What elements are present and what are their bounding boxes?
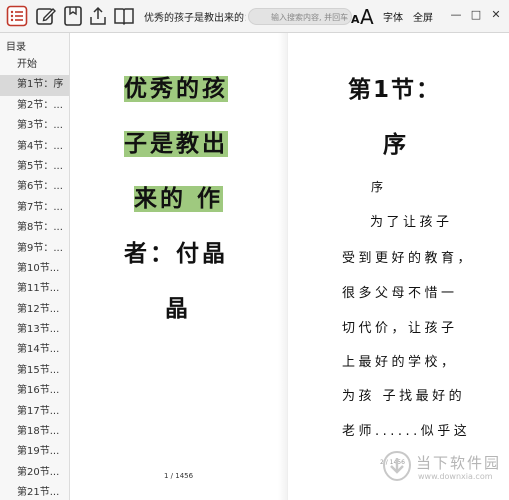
table-of-contents-icon[interactable] [6, 5, 28, 27]
toc-item[interactable]: 第17节... [0, 402, 69, 422]
share-icon[interactable] [87, 5, 109, 27]
close-button[interactable]: ✕ [487, 6, 505, 24]
body-text-line: 序 [371, 180, 384, 194]
toc-sidebar: 目录 开始 第1节：序 第2节：... 第3节：... 第4节：... 第5节：... 第6… [0, 33, 70, 500]
font-size-big-label: A [360, 5, 374, 29]
toc-item[interactable]: 第15节... [0, 361, 69, 381]
edit-icon[interactable] [35, 5, 57, 27]
toc-item[interactable]: 第9节：... [0, 239, 69, 259]
body-text-line: 很多父母不惜一 [342, 286, 458, 301]
toc-item[interactable]: 开始 [0, 55, 69, 75]
watermark-logo-icon [382, 450, 412, 482]
cover-author-line: 者：付晶 [124, 241, 228, 267]
left-page: 优秀的孩 子是教出 来的 作 者：付晶 晶 1 / 1456 [70, 33, 288, 500]
toc-item[interactable]: 第4节：... [0, 137, 69, 157]
toc-item[interactable]: 第11节... [0, 279, 69, 299]
cover-title-line: 子是教出 [124, 124, 228, 158]
toc-item[interactable]: 第13节... [0, 320, 69, 340]
toc-item[interactable]: 第14节... [0, 340, 69, 360]
toc-item[interactable]: 第10节... [0, 259, 69, 279]
watermark-url: www.downxia.com [418, 472, 493, 481]
toc-header: 目录 [6, 42, 26, 53]
toolbar: 优秀的孩子是教出来的： 输入搜索内容, 并回车 A A 字体 全屏 — □ ✕ [0, 0, 509, 33]
cover-author-line: 晶 [165, 296, 191, 322]
body-text-line: 为孩 子找最好的 [342, 389, 466, 404]
body-text-line: 老师......似乎这 [342, 424, 471, 439]
page-number: 1 / 1456 [164, 472, 194, 480]
cover-title-text: 子是教出 [124, 131, 228, 157]
search-input[interactable]: 输入搜索内容, 并回车 [248, 8, 352, 25]
maximize-button[interactable]: □ [467, 6, 485, 24]
body-text-line: 受到更好的教育， [342, 251, 475, 266]
cover-title-line: 优秀的孩 [124, 69, 228, 103]
book-title: 优秀的孩子是教出来的： [144, 13, 246, 24]
body-text-line: 切代价，让孩子 [342, 321, 458, 336]
toc-item[interactable]: 第18节... [0, 422, 69, 442]
font-button[interactable]: 字体 [383, 9, 403, 24]
toc-item[interactable]: 第7节：... [0, 198, 69, 218]
minimize-button[interactable]: — [447, 6, 465, 24]
cover-title-line: 来的 作 [134, 179, 224, 213]
toc-item[interactable]: 第12节... [0, 300, 69, 320]
font-size-button[interactable]: A A [351, 4, 377, 29]
bookmark-icon[interactable] [62, 5, 84, 27]
right-page: 第1节： 序 序 为了让孩子 受到更好的教育， 很多父母不惜一 切代价，让孩子 … [288, 33, 509, 500]
chapter-subtitle: 序 [383, 132, 406, 158]
toc-item[interactable]: 第2节：... [0, 96, 69, 116]
chapter-title: 第1节： [348, 77, 442, 103]
watermark-text: 当下软件园 [416, 454, 502, 472]
cover-title-text: 来的 作 [134, 186, 224, 212]
toc-item[interactable]: 第19节... [0, 442, 69, 462]
toc-item[interactable]: 第21节... [0, 483, 69, 500]
toc-item[interactable]: 第1节：序 [0, 75, 69, 96]
toc-item[interactable]: 第8节：... [0, 218, 69, 238]
body-text-line: 上最好的学校， [342, 355, 458, 370]
cover-title-text: 优秀的孩 [124, 76, 228, 102]
toc-list: 开始 第1节：序 第2节：... 第3节：... 第4节：... 第5节：... 第6节：.… [0, 55, 69, 500]
font-size-small-label: A [351, 13, 360, 26]
fullscreen-button[interactable]: 全屏 [413, 9, 433, 24]
toc-item[interactable]: 第5节：... [0, 157, 69, 177]
toc-item[interactable]: 第20节... [0, 463, 69, 483]
body-text-line: 为了让孩子 [370, 215, 453, 230]
book-view-icon[interactable] [113, 5, 135, 27]
toc-item[interactable]: 第16节... [0, 381, 69, 401]
toc-item[interactable]: 第6节：... [0, 177, 69, 197]
toc-item[interactable]: 第3节：... [0, 116, 69, 136]
